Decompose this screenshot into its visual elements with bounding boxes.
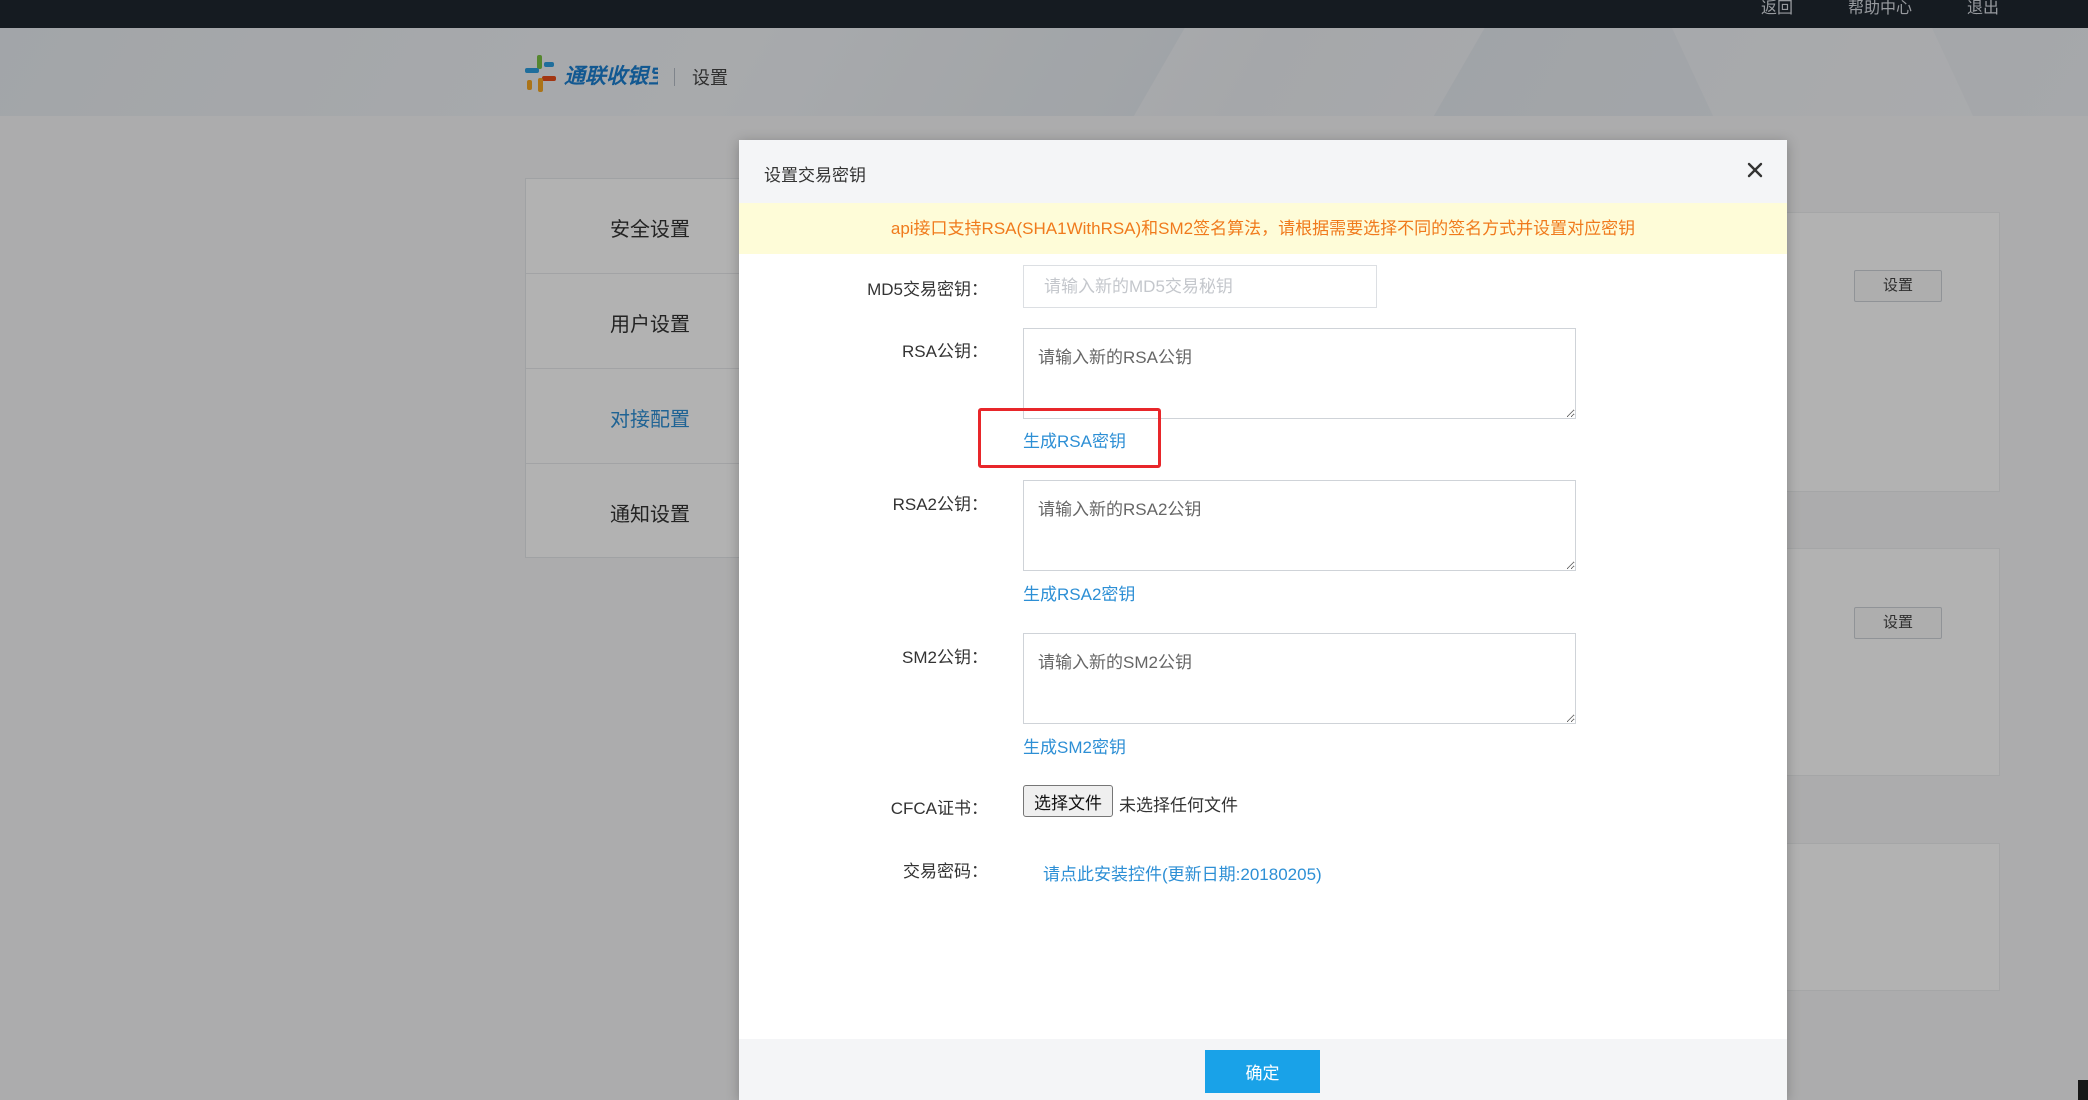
rsa-label-row: RSA公钥： [739, 337, 988, 361]
md5-label-row: MD5交易密钥： [739, 275, 988, 299]
sm2-label: SM2公钥： [902, 648, 988, 667]
sm2-public-key-input[interactable] [1023, 633, 1576, 724]
sm2-label-row: SM2公钥： [739, 643, 988, 667]
confirm-button[interactable]: 确定 [1205, 1050, 1320, 1093]
md5-key-input[interactable] [1023, 265, 1377, 308]
modal-footer: 确定 [739, 1039, 1787, 1100]
generate-rsa2-key-link[interactable]: 生成RSA2密钥 [1023, 580, 1135, 605]
close-button[interactable] [1741, 156, 1769, 184]
rsa-public-key-input[interactable] [1023, 328, 1576, 419]
modal-header: 设置交易密钥 [739, 140, 1787, 203]
choose-file-button[interactable]: 选择文件 [1023, 785, 1113, 817]
rsa2-label-row: RSA2公钥： [739, 490, 988, 514]
cfca-label: CFCA证书： [890, 799, 988, 818]
modal-title: 设置交易密钥 [764, 166, 866, 185]
trade-password-label: 交易密码： [903, 862, 988, 881]
rsa-label: RSA公钥： [902, 342, 988, 361]
cfca-label-row: CFCA证书： [739, 794, 988, 818]
trade-key-modal: 设置交易密钥 api接口支持RSA(SHA1WithRSA)和SM2签名算法，请… [739, 140, 1787, 1100]
close-icon [1747, 162, 1763, 178]
rsa2-label: RSA2公钥： [892, 495, 988, 514]
install-control-link[interactable]: 请点此安装控件(更新日期:20180205) [1043, 860, 1322, 885]
generate-rsa-key-link[interactable]: 生成RSA密钥 [1023, 427, 1126, 452]
file-status-text: 未选择任何文件 [1119, 796, 1238, 815]
trade-password-label-row: 交易密码： [739, 857, 988, 881]
rsa2-public-key-input[interactable] [1023, 480, 1576, 571]
md5-label: MD5交易密钥： [867, 280, 988, 299]
algorithm-notice: api接口支持RSA(SHA1WithRSA)和SM2签名算法，请根据需要选择不… [739, 203, 1787, 254]
generate-sm2-key-link[interactable]: 生成SM2密钥 [1023, 733, 1126, 758]
